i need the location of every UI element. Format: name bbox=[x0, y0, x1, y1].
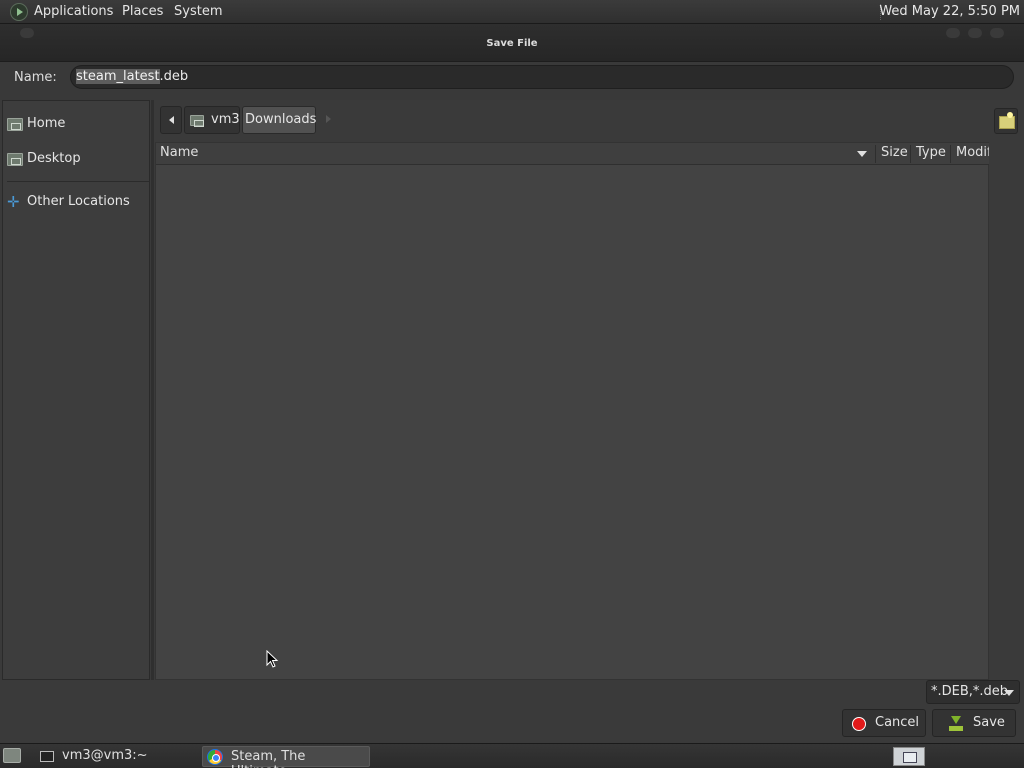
distro-logo-icon[interactable] bbox=[10, 3, 28, 21]
sidebar-item-label: Home bbox=[27, 116, 66, 131]
sidebar-item-label: Desktop bbox=[27, 151, 81, 166]
column-type[interactable]: Type bbox=[916, 145, 946, 160]
file-list[interactable]: Name Size Type Modif bbox=[155, 142, 990, 680]
task-label: Steam, The Ultimate... bbox=[231, 749, 306, 768]
cancel-button[interactable]: Cancel bbox=[842, 709, 926, 737]
save-label: Save bbox=[973, 715, 1005, 730]
titlebar-ghost-control bbox=[990, 28, 1004, 38]
folder-icon bbox=[7, 153, 23, 166]
terminal-icon bbox=[40, 751, 54, 762]
path-segment-label: vm3 bbox=[211, 112, 240, 127]
file-list-header: Name Size Type Modif bbox=[156, 143, 990, 165]
filename-selected-text: steam_latest bbox=[76, 69, 160, 84]
sidebar-item-label: Other Locations bbox=[27, 194, 130, 209]
path-segment-label: Downloads bbox=[245, 112, 317, 127]
task-label: vm3@vm3:~ bbox=[62, 748, 148, 763]
sidebar-divider bbox=[7, 181, 149, 182]
scroll-gutter bbox=[989, 142, 1022, 680]
sort-descending-icon[interactable] bbox=[857, 151, 867, 157]
filename-extension-text: .deb bbox=[159, 69, 189, 84]
bottom-taskbar: vm3@vm3:~ Steam, The Ultimate... bbox=[0, 743, 1024, 768]
name-label: Name: bbox=[14, 70, 57, 85]
places-sidebar: Home Desktop ✛ Other Locations bbox=[2, 100, 150, 680]
titlebar-ghost-control bbox=[968, 28, 982, 38]
column-modified[interactable]: Modif bbox=[956, 145, 989, 160]
column-name[interactable]: Name bbox=[160, 145, 198, 160]
cancel-label: Cancel bbox=[875, 715, 920, 730]
sidebar-item-other-locations[interactable]: ✛ Other Locations bbox=[7, 193, 147, 213]
dialog-titlebar[interactable]: Save File bbox=[0, 24, 1024, 62]
sidebar-item-home[interactable]: Home bbox=[7, 115, 147, 135]
titlebar-ghost-control bbox=[946, 28, 960, 38]
task-terminal[interactable]: vm3@vm3:~ bbox=[36, 746, 196, 767]
path-segment-downloads[interactable]: Downloads bbox=[242, 106, 316, 134]
chevron-down-icon bbox=[1004, 690, 1014, 696]
sidebar-item-desktop[interactable]: Desktop bbox=[7, 150, 147, 170]
column-divider[interactable] bbox=[910, 145, 911, 163]
column-divider[interactable] bbox=[950, 145, 951, 163]
chrome-icon bbox=[207, 749, 223, 765]
top-panel: Applications Places System Wed May 22, 5… bbox=[0, 0, 1024, 24]
name-row: Name: steam_latest.deb bbox=[0, 62, 1024, 100]
pane-splitter[interactable] bbox=[151, 100, 154, 680]
system-menu[interactable]: System bbox=[174, 4, 222, 19]
column-size[interactable]: Size bbox=[881, 145, 908, 160]
path-segment-vm3[interactable]: vm3 bbox=[184, 106, 240, 134]
file-type-filter[interactable]: *.DEB,*.deb bbox=[926, 680, 1020, 704]
create-folder-button[interactable] bbox=[994, 108, 1018, 134]
clock[interactable]: Wed May 22, 5:50 PM bbox=[879, 4, 1020, 19]
download-icon bbox=[949, 716, 963, 731]
save-button[interactable]: Save bbox=[932, 709, 1016, 737]
filter-label: *.DEB,*.deb bbox=[931, 684, 1009, 699]
column-divider[interactable] bbox=[875, 145, 876, 163]
workspace-switcher[interactable] bbox=[893, 747, 925, 766]
stop-icon bbox=[852, 717, 866, 731]
save-file-dialog: Save File Name: steam_latest.deb Home De… bbox=[0, 24, 1024, 743]
filename-input[interactable]: steam_latest.deb bbox=[70, 65, 1014, 89]
places-menu[interactable]: Places bbox=[122, 4, 163, 19]
titlebar-ghost-control bbox=[20, 28, 34, 38]
path-forward-button[interactable] bbox=[320, 106, 338, 134]
folder-home-icon bbox=[7, 118, 23, 131]
plus-icon: ✛ bbox=[7, 193, 20, 211]
task-browser-steam[interactable]: Steam, The Ultimate... bbox=[202, 746, 370, 768]
path-back-button[interactable] bbox=[160, 106, 182, 134]
dialog-title: Save File bbox=[486, 38, 538, 49]
applications-menu[interactable]: Applications bbox=[34, 4, 113, 19]
folder-home-icon bbox=[190, 115, 204, 127]
show-desktop-icon[interactable] bbox=[3, 748, 21, 763]
